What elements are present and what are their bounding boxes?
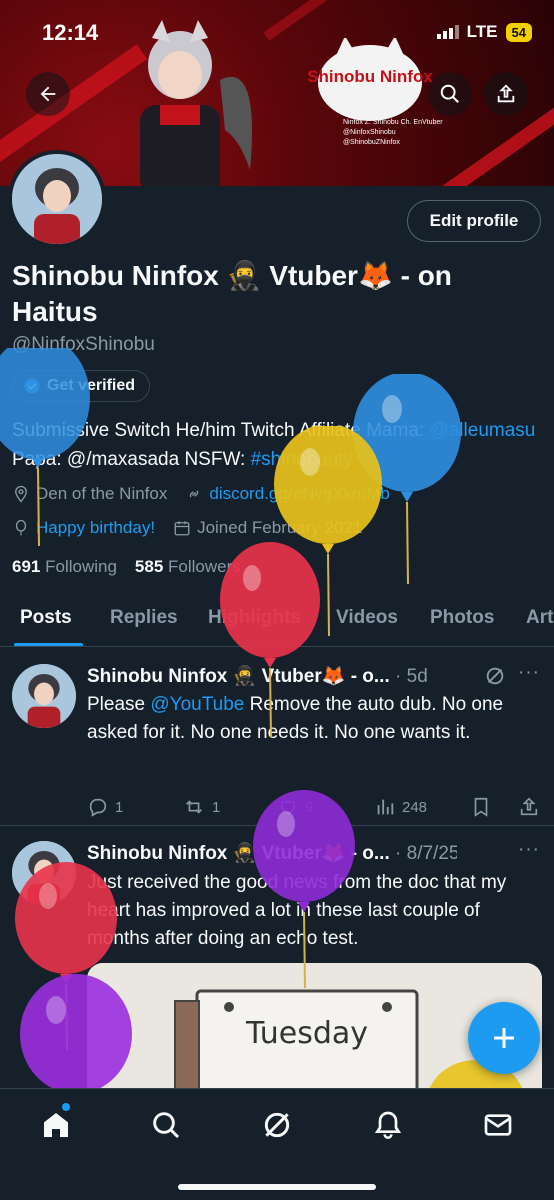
repost-count: 1 bbox=[212, 798, 221, 816]
avatar-image bbox=[12, 664, 76, 728]
banner-logo-line: @ShinobuZNinfox bbox=[343, 139, 400, 146]
active-tab-indicator bbox=[14, 643, 83, 646]
home-notification-dot bbox=[62, 1103, 70, 1111]
avatar-image bbox=[12, 154, 102, 244]
plus-icon bbox=[494, 1028, 514, 1048]
search-icon bbox=[440, 84, 459, 103]
compose-post-button[interactable] bbox=[468, 1002, 540, 1074]
balloon-decoration bbox=[20, 974, 132, 1094]
search-profile-button[interactable] bbox=[428, 72, 472, 116]
repost-icon bbox=[186, 800, 202, 814]
battery-level: 54 bbox=[505, 22, 532, 42]
view-count: 248 bbox=[402, 798, 428, 816]
views-icon bbox=[377, 799, 394, 815]
tab-photos[interactable]: Photos bbox=[430, 607, 494, 629]
balloon-decoration bbox=[220, 542, 320, 738]
status-indicators: LTE 54 bbox=[436, 22, 532, 42]
balloon-decoration bbox=[253, 790, 355, 989]
post-more-icon[interactable]: ··· bbox=[518, 839, 540, 861]
followers-count: 585 bbox=[134, 557, 164, 576]
home-icon[interactable] bbox=[40, 1109, 72, 1141]
post-more-icon[interactable]: ··· bbox=[518, 662, 540, 684]
back-button[interactable] bbox=[26, 72, 70, 116]
reply-count: 1 bbox=[115, 798, 124, 816]
grok-icon[interactable] bbox=[484, 665, 506, 687]
post-time[interactable]: 8/7/25 bbox=[407, 843, 457, 864]
link-icon bbox=[190, 490, 199, 498]
post-author-avatar[interactable] bbox=[12, 664, 76, 728]
post-text-part: Please bbox=[87, 694, 151, 715]
post-time[interactable]: 5d bbox=[407, 666, 428, 687]
following-count: 691 bbox=[12, 557, 41, 576]
search-icon[interactable] bbox=[150, 1109, 182, 1141]
share-profile-button[interactable] bbox=[484, 72, 528, 116]
views-button[interactable]: 248 bbox=[374, 796, 427, 818]
following-label: Following bbox=[45, 557, 117, 576]
banner-logo-line: Ninfox Z. Shinobu Ch. EnVtuber bbox=[343, 119, 443, 126]
grok-icon[interactable] bbox=[261, 1109, 293, 1141]
back-arrow-icon bbox=[40, 86, 56, 102]
profile-display-name: Shinobu Ninfox 🥷 Vtuber🦊 - on Haitus bbox=[12, 260, 452, 327]
reply-icon bbox=[89, 798, 107, 817]
home-indicator[interactable] bbox=[178, 1184, 376, 1190]
tab-art[interactable]: Art bbox=[526, 607, 553, 629]
following-link[interactable]: 691 Following bbox=[12, 557, 117, 577]
share-icon bbox=[497, 84, 515, 103]
edit-profile-button[interactable]: Edit profile bbox=[407, 200, 541, 242]
network-type: LTE bbox=[466, 22, 498, 41]
calendar-icon bbox=[174, 521, 190, 536]
banner-logo-line: @NinfoxShinobu bbox=[343, 129, 396, 136]
repost-button[interactable]: 1 bbox=[182, 796, 220, 818]
messages-icon[interactable] bbox=[482, 1109, 514, 1141]
tab-posts[interactable]: Posts bbox=[20, 607, 72, 629]
follow-stats: 691 Following 585 Followers bbox=[12, 557, 241, 577]
share-icon[interactable] bbox=[518, 796, 540, 818]
status-time: 12:14 bbox=[42, 20, 99, 45]
tab-replies[interactable]: Replies bbox=[110, 607, 178, 629]
profile-avatar[interactable] bbox=[8, 150, 106, 248]
banner-logo-title: Shinobu Ninfox bbox=[307, 67, 433, 86]
reply-button[interactable]: 1 bbox=[87, 796, 123, 818]
notifications-icon[interactable] bbox=[372, 1109, 404, 1141]
bookmark-icon[interactable] bbox=[470, 796, 492, 818]
signal-icon bbox=[436, 25, 459, 39]
balloon-decoration bbox=[0, 348, 90, 547]
status-bar: 12:14 LTE 54 bbox=[0, 0, 554, 62]
media-caption: Tuesday bbox=[245, 1016, 368, 1051]
